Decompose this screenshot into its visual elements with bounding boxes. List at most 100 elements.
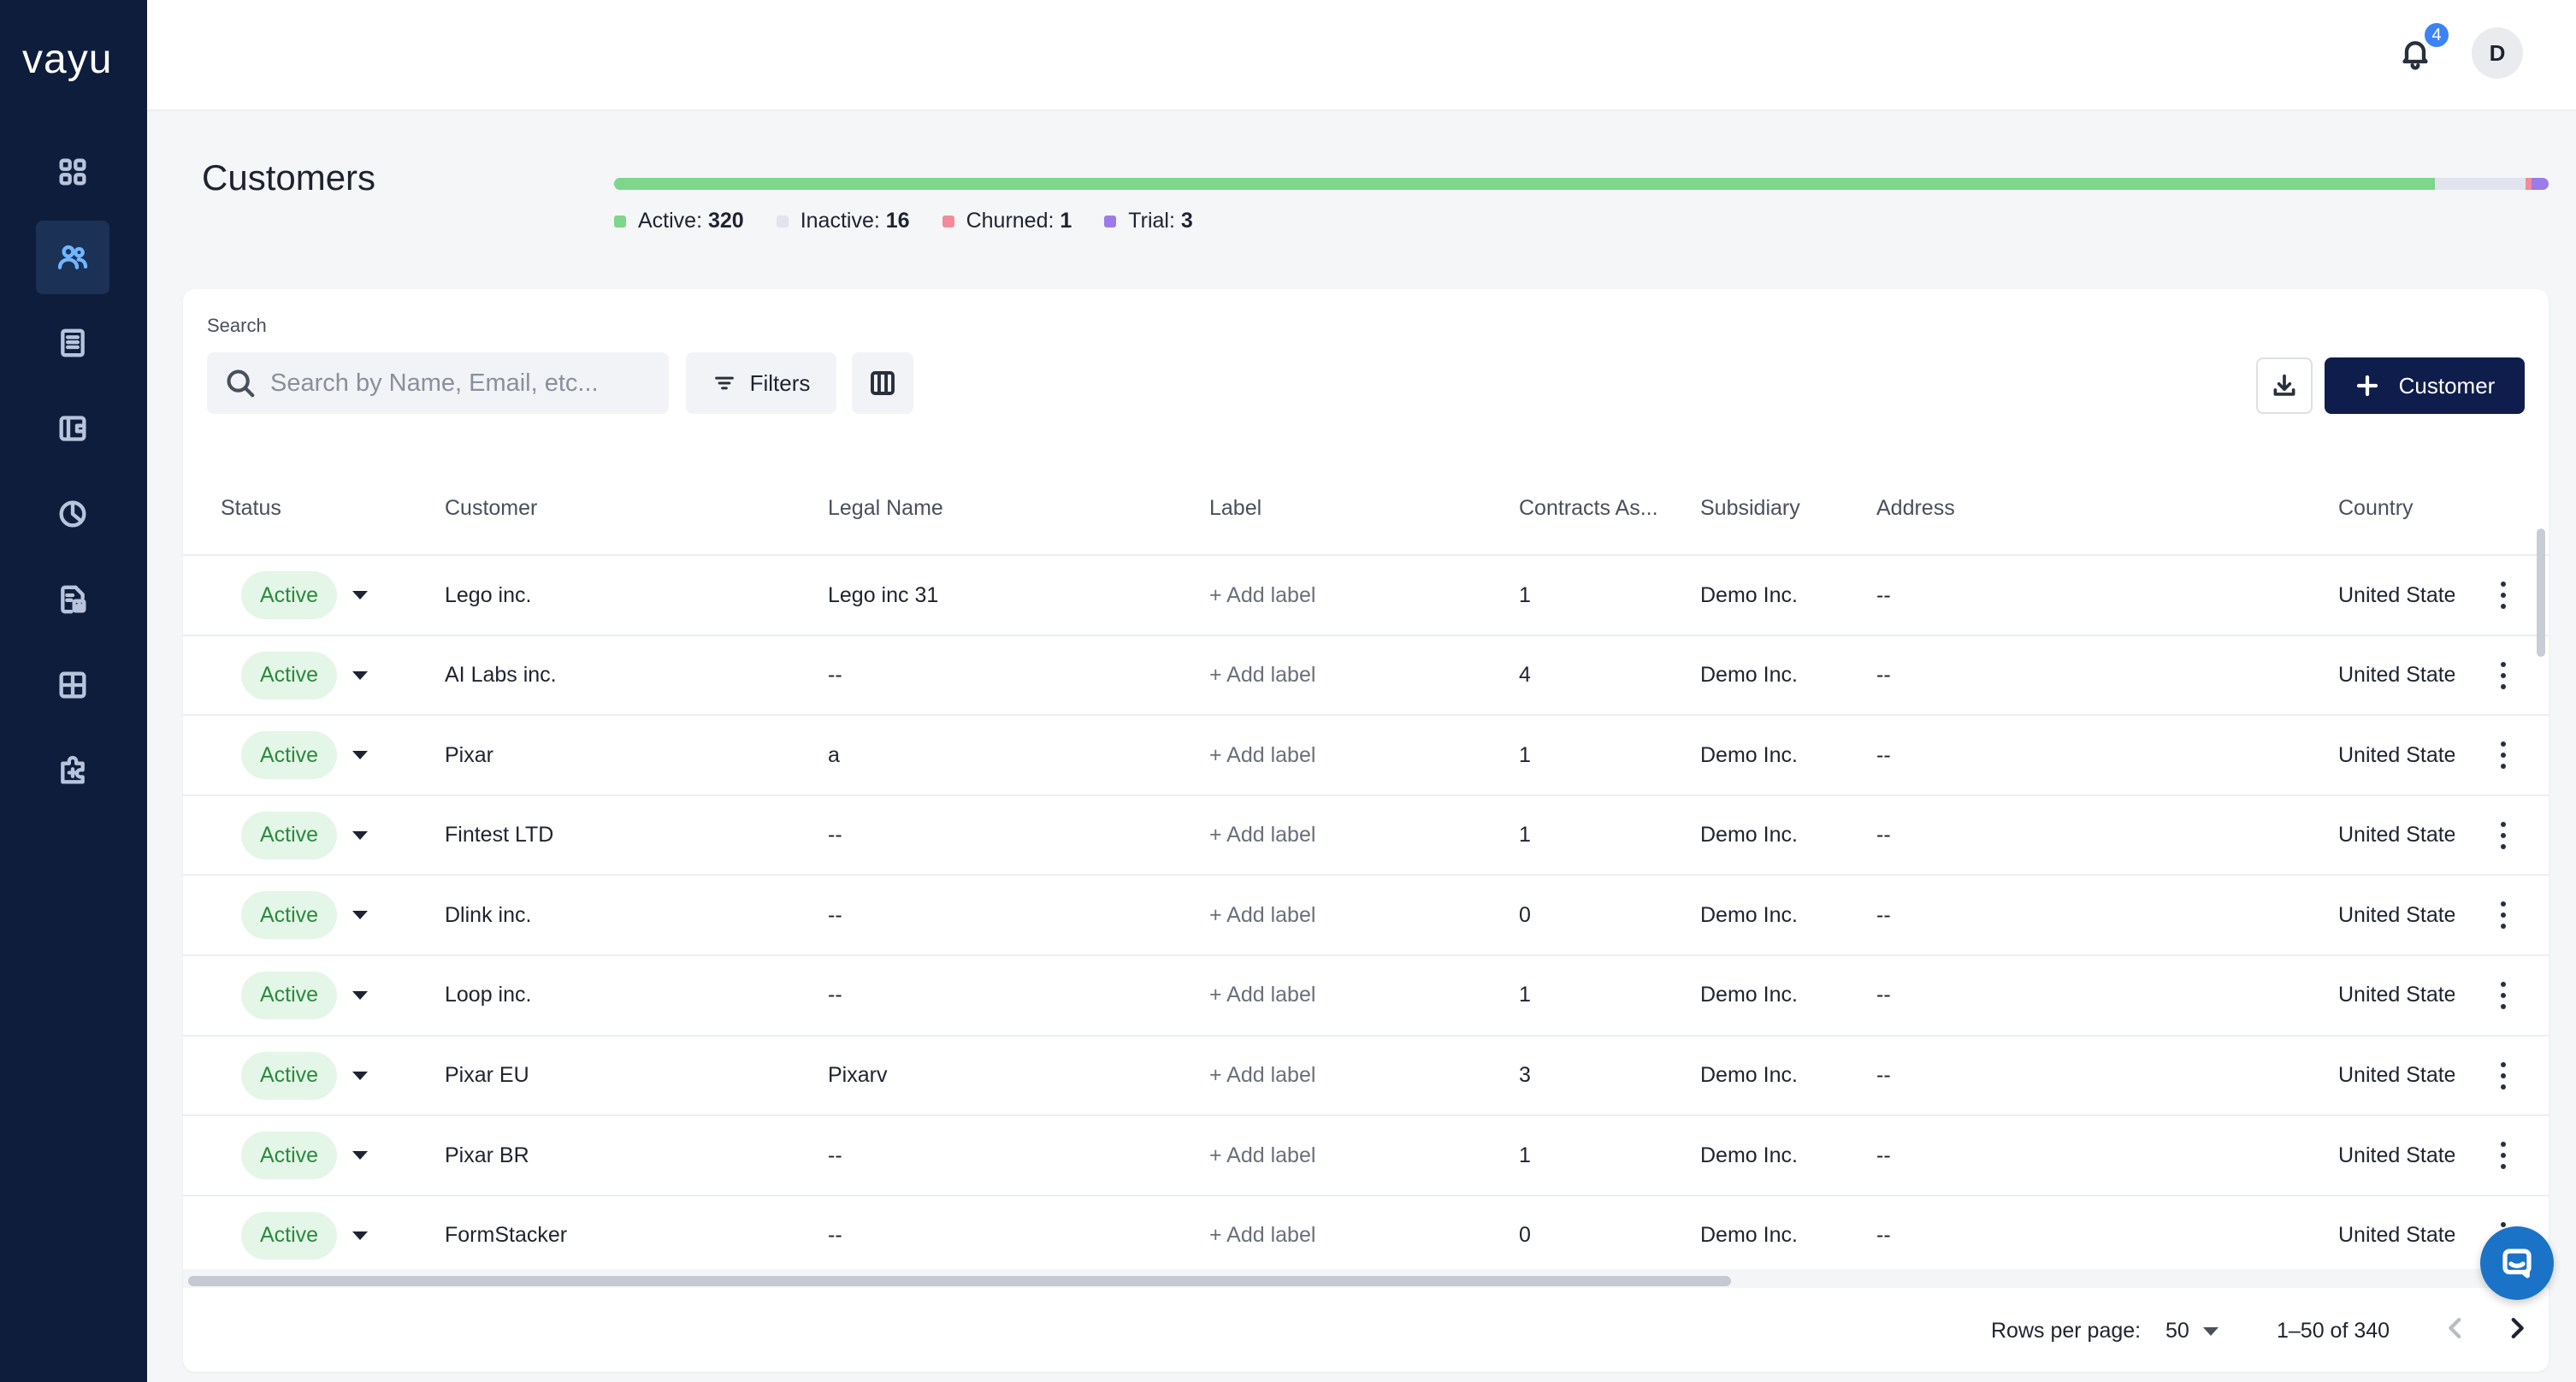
caret-down-icon[interactable] [352,990,369,1000]
column-header-status[interactable]: Status [221,460,281,556]
nav-item-products[interactable] [36,648,109,722]
add-label-link[interactable]: + Add label [1209,956,1500,1035]
rows-per-page-select[interactable]: 50 [2165,1319,2219,1344]
column-header-customer[interactable]: Customer [445,460,537,556]
status-badge[interactable]: Active [241,811,338,859]
column-header-legal-name[interactable]: Legal Name [828,460,943,556]
filters-button[interactable]: Filters [686,352,836,414]
cell-customer: Lego inc. [445,582,532,607]
table-row[interactable]: Active FormStacker -- + Add label 0 Demo Inc.… [183,1196,2549,1277]
status-badge[interactable]: Active [241,571,338,619]
caret-down-icon[interactable] [352,1231,369,1240]
add-label-link[interactable]: + Add label [1209,796,1500,875]
caret-down-icon[interactable] [352,670,369,680]
status-badge[interactable]: Active [241,1051,338,1100]
table-row[interactable]: Active Pixar EU Pixarv + Add label 3 Demo Inc… [183,1036,2549,1117]
nav-item-reports[interactable] [36,477,109,551]
legend-dot [1104,215,1117,227]
add-label-link[interactable]: + Add label [1209,1116,1500,1195]
nav-item-integrations[interactable] [36,734,109,807]
more-vertical-icon[interactable] [2492,657,2514,694]
legend-value: 1 [1060,209,1072,233]
horizontal-scrollbar[interactable] [188,1276,1731,1286]
column-header-subsidiary[interactable]: Subsidiary [1700,460,1800,556]
more-vertical-icon[interactable] [2492,1137,2514,1174]
more-vertical-icon[interactable] [2492,1057,2514,1095]
add-customer-button[interactable]: Customer [2325,357,2525,414]
status-cell[interactable]: Active [241,956,369,1035]
caret-down-icon[interactable] [352,1151,369,1161]
more-vertical-icon[interactable] [2492,977,2514,1014]
nav-item-dashboard[interactable] [36,135,109,209]
download-button[interactable] [2256,357,2313,414]
status-cell[interactable]: Active [241,1036,369,1115]
cell-address: -- [1876,983,1891,1007]
add-label-link[interactable]: + Add label [1209,1036,1500,1115]
app-logo[interactable]: vayu [22,36,112,83]
nav-item-wallet[interactable] [36,392,109,465]
vertical-scrollbar[interactable] [2537,529,2545,657]
caret-down-icon[interactable] [352,911,369,920]
table-row[interactable]: Active Dlink inc. -- + Add label 0 Demo Inc. -… [183,876,2549,956]
chevron-left-icon [2449,1317,2461,1339]
legend-label: Churned: [966,209,1055,233]
caret-down-icon[interactable] [352,830,369,840]
kebab-dot [2501,901,2506,907]
status-cell[interactable]: Active [241,876,369,954]
add-label-link[interactable]: + Add label [1209,1196,1500,1275]
status-badge[interactable]: Active [241,971,338,1019]
table-row[interactable]: Active Pixar a + Add label 1 Demo Inc. -- Unite… [183,716,2549,796]
status-cell[interactable]: Active [241,1196,369,1275]
status-cell[interactable]: Active [241,796,369,875]
cell-subsidiary: Demo Inc. [1700,1063,1798,1088]
caret-down-icon[interactable] [352,1071,369,1080]
nav-item-invoices[interactable] [36,306,109,380]
add-label-link[interactable]: + Add label [1209,716,1500,794]
wallet-icon [59,416,86,441]
cell-customer: Loop inc. [445,983,532,1007]
column-header-address[interactable]: Address [1876,460,1955,556]
status-cell[interactable]: Active [241,1116,369,1195]
more-vertical-icon[interactable] [2492,736,2514,774]
caret-down-icon[interactable] [352,591,369,599]
more-vertical-icon[interactable] [2492,896,2514,934]
column-header-contracts[interactable]: Contracts As... [1519,460,1658,556]
table-row[interactable]: Active Loop inc. -- + Add label 1 Demo Inc. --… [183,956,2549,1036]
more-vertical-icon[interactable] [2492,817,2514,854]
avatar[interactable]: D [2472,27,2523,79]
status-cell[interactable]: Active [241,716,369,794]
columns-button[interactable] [852,352,913,414]
search-box[interactable] [207,352,669,414]
nav-item-customers[interactable] [36,221,109,294]
previous-page-button[interactable] [2441,1314,2475,1348]
caret-down-icon[interactable] [352,751,369,760]
legend-label: Active: [638,209,703,233]
status-cell[interactable]: Active [241,636,369,715]
column-header-label[interactable]: Label [1209,460,1261,556]
add-label-link[interactable]: + Add label [1209,876,1500,954]
cell-country: United States [2338,823,2455,848]
more-vertical-icon[interactable] [2492,576,2514,614]
status-badge[interactable]: Active [241,1211,338,1260]
cell-contracts: 0 [1519,902,1531,927]
status-badge[interactable]: Active [241,731,338,780]
status-badge[interactable]: Active [241,651,338,700]
add-label-link[interactable]: + Add label [1209,636,1500,715]
nav-item-billing[interactable] [36,563,109,636]
search-input[interactable] [270,369,664,398]
add-label-link[interactable]: + Add label [1209,556,1500,635]
chat-support-button[interactable] [2480,1226,2554,1300]
column-header-country[interactable]: Country [2338,460,2414,556]
next-page-button[interactable] [2502,1314,2537,1348]
table-row[interactable]: Active Lego inc. Lego inc 31 + Add label 1 De… [183,556,2549,636]
status-cell[interactable]: Active [241,556,369,635]
status-badge[interactable]: Active [241,891,338,940]
table-row[interactable]: Active AI Labs inc. -- + Add label 4 Demo Inc… [183,636,2549,717]
cell-address: -- [1876,742,1891,767]
status-badge[interactable]: Active [241,1131,338,1180]
notification-badge: 4 [2422,21,2451,50]
table-row[interactable]: Active Pixar BR -- + Add label 1 Demo Inc. -- U… [183,1116,2549,1196]
search-label: Search [207,315,267,336]
kebab-dot [2501,582,2506,587]
table-row[interactable]: Active Fintest LTD -- + Add label 1 Demo Inc.… [183,796,2549,877]
